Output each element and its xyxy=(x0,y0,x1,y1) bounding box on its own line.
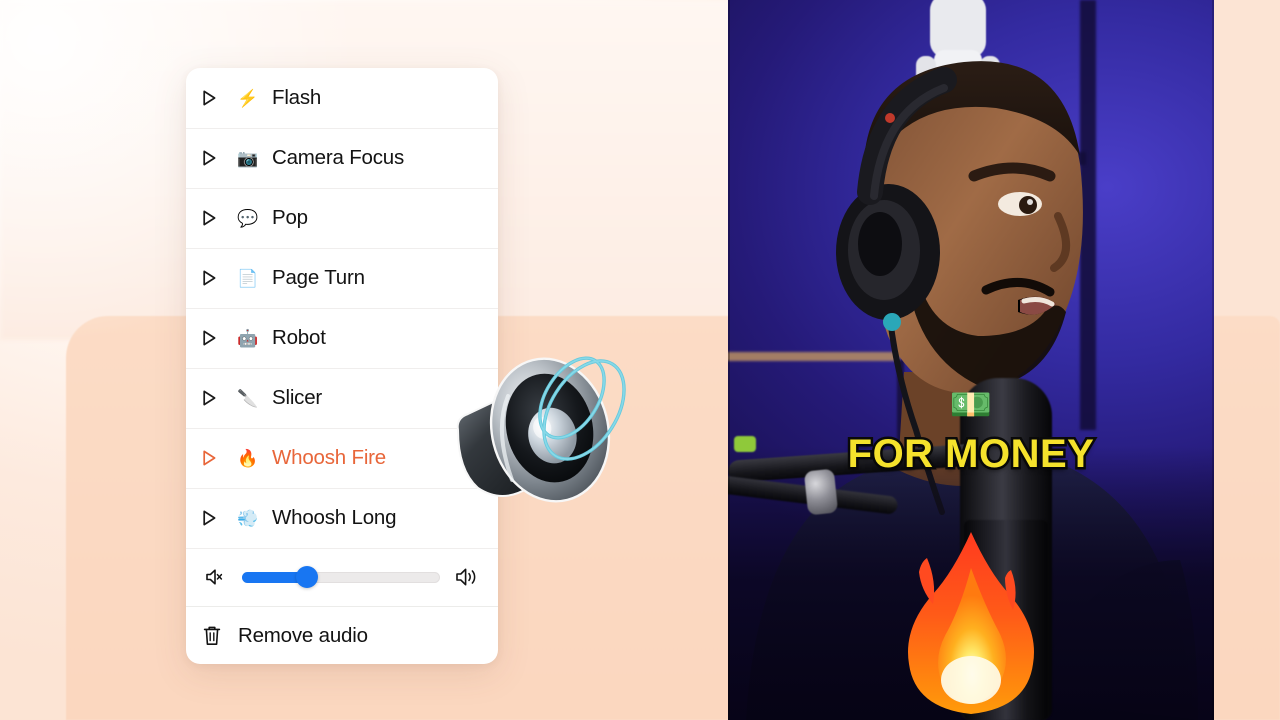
fire-emoji: 🔥 xyxy=(237,448,259,468)
page-emoji: 📄 xyxy=(237,268,259,288)
volume-slider-thumb[interactable] xyxy=(296,566,319,588)
sound-item-whoosh-long[interactable]: 💨 Whoosh Long xyxy=(186,488,498,548)
play-icon[interactable] xyxy=(198,447,220,469)
sound-item-label: Pop xyxy=(272,206,308,229)
remove-audio-label: Remove audio xyxy=(238,624,368,647)
play-icon[interactable] xyxy=(198,507,220,529)
knife-emoji: 🔪 xyxy=(237,388,259,408)
trash-icon xyxy=(200,623,224,649)
play-icon[interactable] xyxy=(198,87,220,109)
robot-emoji: 🤖 xyxy=(237,328,259,348)
money-emoji-overlay: 💵 xyxy=(949,386,993,424)
sound-item-label: Slicer xyxy=(272,386,323,409)
sound-item-label: Robot xyxy=(272,326,326,349)
volume-control-row[interactable] xyxy=(186,548,498,606)
sound-item-label: Camera Focus xyxy=(272,146,405,169)
screen-root: ⚡ Flash 📷 Camera Focus 💬 Pop 📄 Page Turn… xyxy=(0,0,1280,720)
sound-item-label: Page Turn xyxy=(272,266,365,289)
video-left-edge xyxy=(728,0,730,720)
volume-slider[interactable] xyxy=(242,566,440,588)
sound-item-flash[interactable]: ⚡ Flash xyxy=(186,68,498,128)
sound-item-robot[interactable]: 🤖 Robot xyxy=(186,308,498,368)
microphone-boom-clamp xyxy=(803,468,839,516)
sound-item-camera-focus[interactable]: 📷 Camera Focus xyxy=(186,128,498,188)
sound-item-label: Whoosh Long xyxy=(272,506,397,529)
high-voltage-emoji: ⚡ xyxy=(237,88,259,108)
sound-item-label: Flash xyxy=(272,86,322,109)
speaker-loud-icon[interactable] xyxy=(454,566,480,588)
sound-item-label: Whoosh Fire xyxy=(272,446,387,469)
sound-item-pop[interactable]: 💬 Pop xyxy=(186,188,498,248)
speech-balloon-emoji: 💬 xyxy=(237,208,259,228)
speaker-muted-icon[interactable] xyxy=(204,567,228,587)
play-icon[interactable] xyxy=(198,327,220,349)
camera-emoji: 📷 xyxy=(237,148,259,168)
dash-emoji: 💨 xyxy=(237,508,259,528)
video-caption: FOR MONEY xyxy=(845,430,1096,479)
play-icon[interactable] xyxy=(198,147,220,169)
sound-effects-list: ⚡ Flash 📷 Camera Focus 💬 Pop 📄 Page Turn… xyxy=(186,68,498,548)
video-preview[interactable]: 💵 FOR MONEY xyxy=(728,0,1214,720)
sound-item-page-turn[interactable]: 📄 Page Turn xyxy=(186,248,498,308)
fire-overlay-emoji xyxy=(893,528,1049,718)
sound-item-slicer[interactable]: 🔪 Slicer xyxy=(186,368,498,428)
remove-audio-button[interactable]: Remove audio xyxy=(186,606,498,664)
desk-green-light xyxy=(734,436,756,452)
play-icon[interactable] xyxy=(198,267,220,289)
sound-item-whoosh-fire[interactable]: 🔥 Whoosh Fire xyxy=(186,428,498,488)
play-icon[interactable] xyxy=(198,207,220,229)
sound-effects-menu[interactable]: ⚡ Flash 📷 Camera Focus 💬 Pop 📄 Page Turn… xyxy=(186,68,498,664)
play-icon[interactable] xyxy=(198,387,220,409)
video-right-edge xyxy=(1212,0,1214,720)
